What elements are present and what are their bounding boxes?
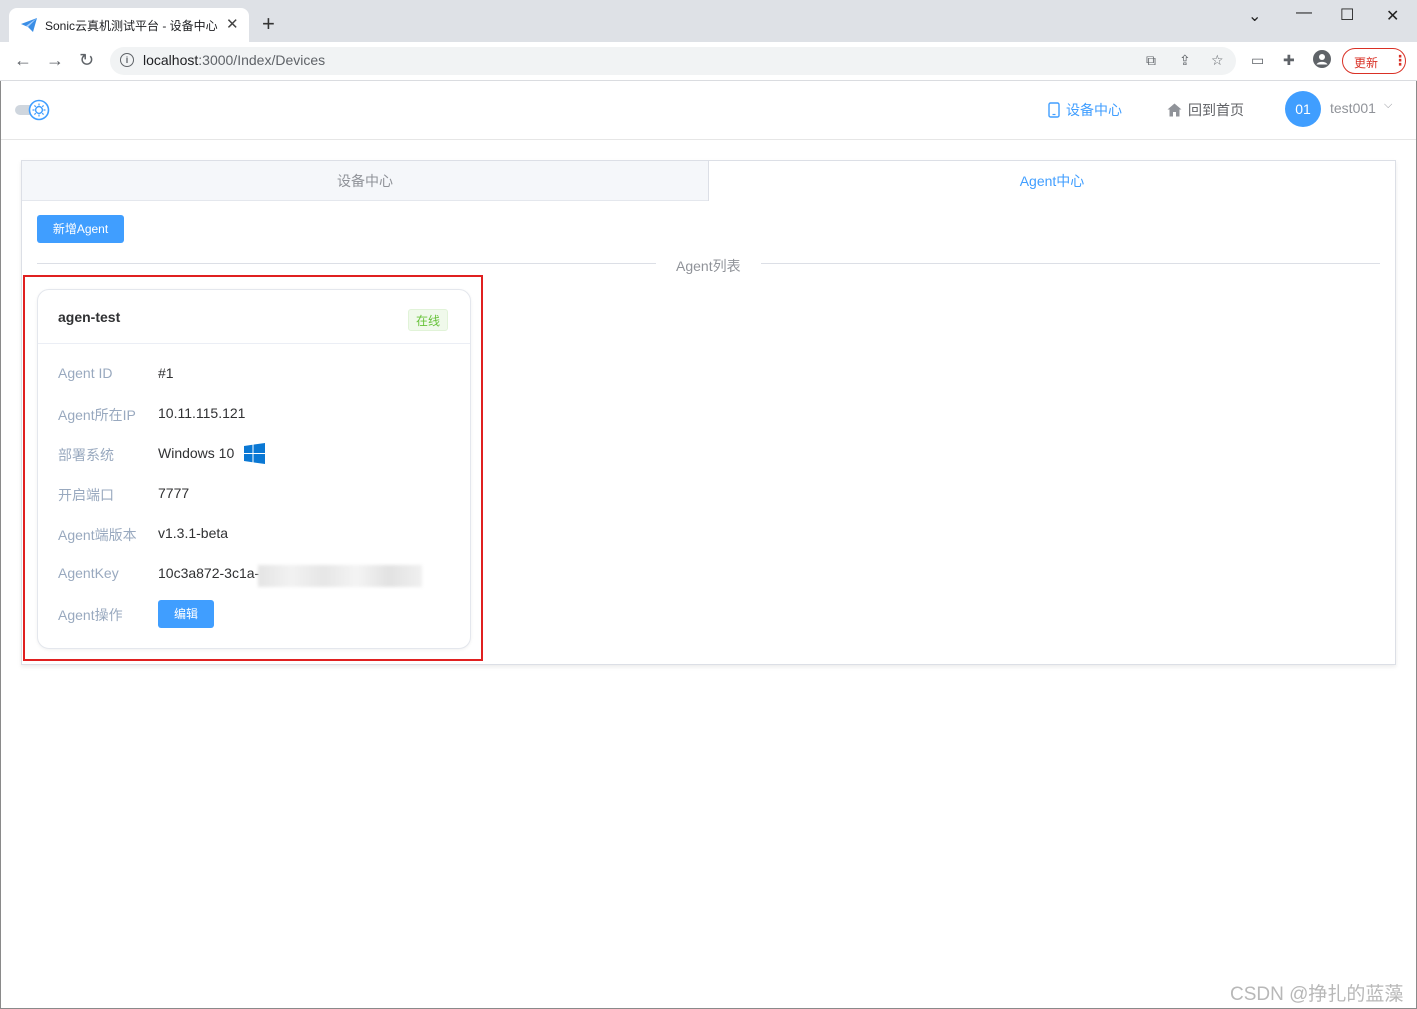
chevron-down-icon[interactable]: ⌄ (1248, 6, 1261, 26)
paper-plane-icon (21, 18, 37, 35)
menu-home[interactable]: 回到首页 (1167, 100, 1244, 120)
username[interactable]: test001 (1330, 100, 1376, 116)
divider-left (37, 263, 656, 264)
profile-icon[interactable] (1313, 50, 1331, 71)
edit-button[interactable]: 编辑 (158, 600, 214, 628)
url-text: localhost:3000/Index/Devices (143, 52, 326, 68)
field-value-os: Windows 10 (158, 445, 235, 461)
add-agent-button[interactable]: 新增Agent (37, 215, 124, 243)
minimize-icon[interactable]: — (1296, 4, 1312, 22)
field-label-port: 开启端口 (58, 487, 114, 503)
translate-icon[interactable]: ⧉ (1146, 52, 1156, 69)
menu-home-label: 回到首页 (1188, 102, 1244, 118)
browser-titlebar: Sonic云真机测试平台 - 设备中心 ✕ + ⌄ — ☐ ✕ (0, 0, 1417, 42)
agent-card-header: agen-test 在线 (38, 290, 470, 344)
new-tab-icon[interactable]: + (262, 13, 275, 35)
address-bar[interactable]: i localhost:3000/Index/Devices ⧉ ⇪ ☆ (110, 47, 1236, 75)
field-label-agent-key: AgentKey (58, 565, 119, 581)
share-icon[interactable]: ⇪ (1179, 52, 1191, 69)
field-label-os: 部署系统 (58, 447, 114, 463)
agent-tabs-card: 设备中心 Agent中心 新增Agent Agent列表 agen-test 在… (21, 160, 1396, 665)
agent-list-title: Agent列表 (676, 258, 741, 274)
app-header: 设备中心 回到首页 01 test001 ⌵ (1, 81, 1416, 140)
agent-card: agen-test 在线 Agent ID #1 Agent所在IP 10.11… (37, 289, 471, 649)
watermark: CSDN @挣扎的蓝藻 (1230, 984, 1404, 1005)
agent-name: agen-test (58, 309, 121, 325)
device-icon (1048, 102, 1060, 118)
tabs-header: 设备中心 Agent中心 (22, 161, 1396, 201)
status-badge: 在线 (408, 309, 448, 331)
divider-right (761, 263, 1380, 264)
browser-tab[interactable]: Sonic云真机测试平台 - 设备中心 ✕ (9, 8, 249, 42)
logo-icon (15, 99, 51, 124)
field-value-agent-id: #1 (158, 365, 174, 381)
windows-icon (244, 443, 265, 467)
star-icon[interactable]: ☆ (1211, 52, 1224, 69)
tab-search-icon[interactable]: ▭ (1251, 52, 1264, 69)
field-label-agent-id: Agent ID (58, 365, 113, 381)
extensions-icon[interactable]: ✚ (1283, 52, 1295, 69)
field-value-ip: 10.11.115.121 (158, 405, 246, 421)
avatar[interactable]: 01 (1285, 91, 1321, 127)
redacted-key (258, 565, 422, 587)
tab-agent-center[interactable]: Agent中心 (708, 161, 1396, 201)
close-icon[interactable]: ✕ (226, 15, 239, 33)
field-label-actions: Agent操作 (58, 607, 123, 623)
field-label-ip: Agent所在IP (58, 407, 136, 423)
back-icon[interactable]: ← (14, 50, 32, 71)
menu-device-center[interactable]: 设备中心 (1048, 100, 1122, 120)
field-value-version: v1.3.1-beta (158, 525, 229, 541)
menu-device-center-label: 设备中心 (1066, 102, 1122, 118)
tab-title: Sonic云真机测试平台 - 设备中心 (45, 19, 218, 33)
chevron-down-icon[interactable]: ⌵ (1384, 99, 1392, 112)
tab-device-center[interactable]: 设备中心 (22, 161, 708, 200)
field-label-version: Agent端版本 (58, 527, 137, 543)
reload-icon[interactable]: ↻ (79, 50, 94, 71)
update-button[interactable]: 更新 ⋮ (1342, 48, 1407, 74)
window-close-icon[interactable]: ✕ (1386, 6, 1399, 26)
browser-toolbar: ← → ↻ i localhost:3000/Index/Devices ⧉ ⇪… (0, 42, 1417, 81)
maximize-icon[interactable]: ☐ (1340, 5, 1354, 25)
forward-icon[interactable]: → (46, 50, 64, 71)
info-icon[interactable]: i (120, 53, 134, 67)
home-icon (1167, 103, 1182, 117)
field-value-agent-key: 10c3a872-3c1a- (158, 565, 260, 581)
field-value-port: 7777 (158, 485, 190, 501)
